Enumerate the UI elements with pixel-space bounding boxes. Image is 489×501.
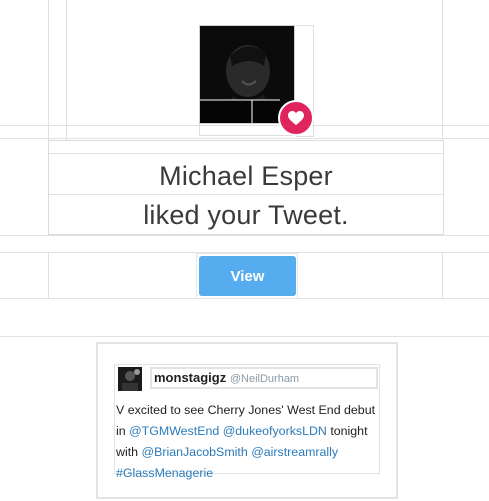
mention-link[interactable]: @airstreamrally <box>251 445 338 459</box>
mention-link[interactable]: @TGMWestEnd <box>129 424 219 438</box>
headline-actor: Michael Esper <box>159 161 333 191</box>
tweet-author-avatar[interactable] <box>118 367 142 391</box>
guide-line <box>0 336 489 337</box>
headline-action: liked your Tweet. <box>143 200 349 230</box>
guide-line <box>66 0 67 140</box>
heart-icon <box>278 100 314 136</box>
tweet-text: V excited to see Cherry Jones' West End … <box>116 400 378 484</box>
hashtag-link[interactable]: #GlassMenagerie <box>116 466 213 480</box>
tweet-avatar-photo <box>118 367 142 391</box>
guide-line <box>48 0 49 140</box>
view-button[interactable]: View <box>199 256 296 296</box>
guide-line <box>442 0 443 140</box>
mention-link[interactable]: @dukeofyorksLDN <box>223 424 327 438</box>
guide-line <box>49 194 443 195</box>
guide-line <box>49 153 443 154</box>
tweet-handle[interactable]: @NeilDurham <box>230 373 299 385</box>
tweet-author[interactable]: monstagigz @NeilDurham <box>150 367 378 389</box>
guide-line <box>48 252 49 298</box>
notification-headline: Michael Esper liked your Tweet. <box>48 140 444 235</box>
guide-line <box>0 235 489 236</box>
tweet-display-name[interactable]: monstagigz <box>154 370 226 385</box>
heart-glyph <box>288 110 304 125</box>
guide-line <box>442 252 443 298</box>
mention-link[interactable]: @BrianJacobSmith <box>141 445 247 459</box>
guide-line <box>0 138 489 139</box>
